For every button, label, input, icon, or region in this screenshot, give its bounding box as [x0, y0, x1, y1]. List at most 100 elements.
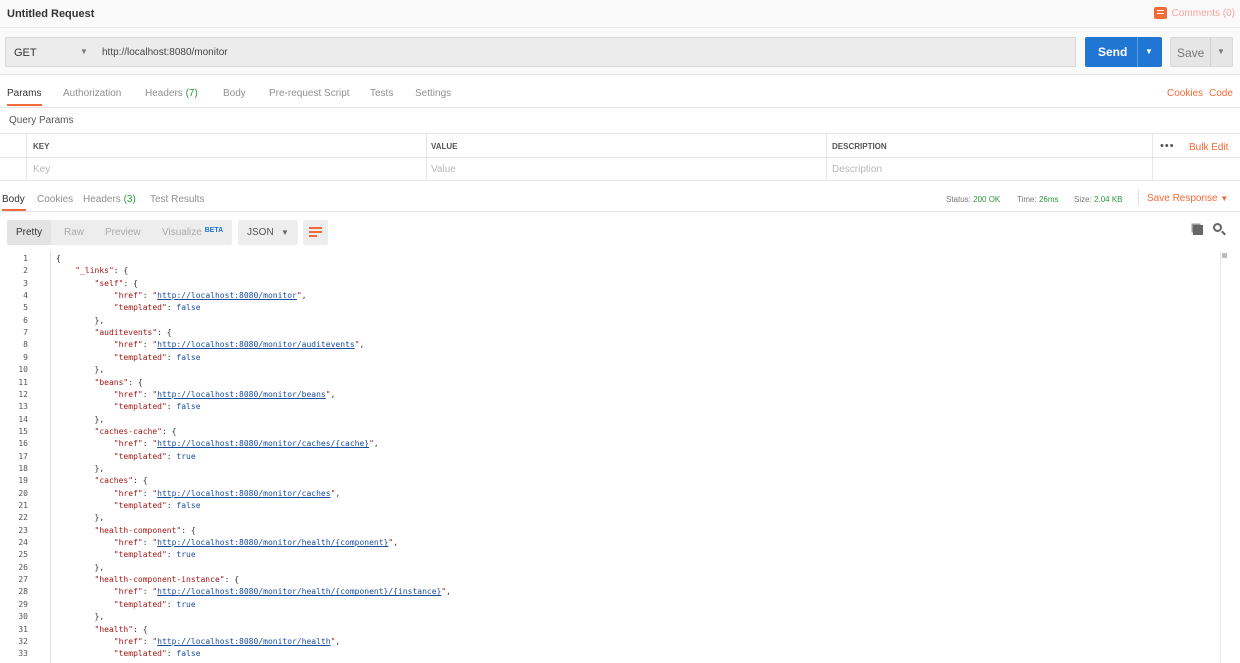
- status-value: 200 OK: [973, 195, 1001, 204]
- search-icon[interactable]: [1213, 223, 1222, 232]
- method-select[interactable]: GET ▼: [5, 37, 95, 67]
- code-text: "templated": false: [113, 402, 201, 412]
- copy-icon[interactable]: [1193, 225, 1203, 235]
- tab-response-headers[interactable]: Headers (3): [83, 194, 136, 205]
- code-text: },: [56, 315, 105, 325]
- param-description-input[interactable]: [832, 160, 1142, 178]
- line-number: 3: [23, 278, 28, 288]
- chevron-down-icon: ▼: [80, 47, 88, 56]
- code-line: 12 "href": "http://localhost:8080/monito…: [0, 389, 335, 401]
- code-text: "caches-cache": {: [94, 426, 177, 436]
- code-text: "auditevents": {: [94, 328, 172, 338]
- tab-settings[interactable]: Settings: [415, 88, 451, 99]
- code-line: 6 },: [0, 315, 104, 327]
- bulk-edit-link[interactable]: Bulk Edit: [1189, 142, 1228, 153]
- line-number: 7: [23, 328, 28, 338]
- line-number: 15: [18, 426, 28, 436]
- request-title[interactable]: Untitled Request: [7, 8, 94, 20]
- line-number: 21: [18, 501, 28, 510]
- column-key-header: KEY: [33, 142, 50, 151]
- tab-params[interactable]: Params: [7, 88, 41, 99]
- code-line: 30 },: [0, 611, 104, 623]
- cookies-link[interactable]: Cookies: [1167, 88, 1203, 99]
- tab-tests[interactable]: Tests: [370, 88, 393, 99]
- tab-response-cookies[interactable]: Cookies: [37, 194, 73, 205]
- view-visualize-button[interactable]: Visualize BETA: [162, 227, 223, 238]
- line-number: 8: [23, 340, 28, 350]
- code-line: 28 "href": "http://localhost:8080/monito…: [0, 586, 451, 598]
- code-text: },: [56, 365, 105, 375]
- code-text: "caches": {: [94, 476, 148, 486]
- view-raw-button[interactable]: Raw: [64, 227, 84, 238]
- time-info: Time: 26ms: [1017, 195, 1059, 204]
- url-field-wrapper: [94, 37, 1076, 67]
- line-number: 27: [18, 575, 28, 585]
- tab-test-results[interactable]: Test Results: [150, 194, 204, 205]
- code-text: "health-component-instance": {: [94, 575, 240, 585]
- line-number: 22: [18, 513, 28, 523]
- tab-body[interactable]: Body: [223, 88, 246, 99]
- url-input[interactable]: [94, 38, 1075, 66]
- tab-headers-label: Headers: [145, 88, 183, 99]
- view-preview-button[interactable]: Preview: [105, 227, 141, 238]
- save-response-label: Save Response: [1147, 193, 1218, 204]
- comments-button[interactable]: Comments (0): [1153, 7, 1235, 19]
- tab-headers[interactable]: Headers (7): [145, 88, 198, 99]
- line-number: 18: [18, 463, 28, 473]
- line-number: 4: [23, 291, 28, 301]
- code-text: },: [56, 513, 105, 523]
- editor-scrollbar[interactable]: [1220, 251, 1229, 663]
- code-line: 16 "href": "http://localhost:8080/monito…: [0, 438, 378, 450]
- size-value: 2.04 KB: [1094, 195, 1123, 204]
- line-number: 20: [18, 488, 28, 498]
- param-value-input[interactable]: [431, 160, 811, 178]
- save-options-chevron-icon[interactable]: ▼: [1217, 47, 1225, 56]
- request-tabs: Params Authorization Headers (7) Body Pr…: [0, 76, 1240, 108]
- format-label: JSON: [247, 227, 274, 238]
- tab-response-body[interactable]: Body: [2, 194, 25, 205]
- line-number: 6: [23, 315, 28, 325]
- code-line: 19 "caches": {: [0, 475, 147, 487]
- column-divider: [1152, 134, 1153, 180]
- tab-authorization[interactable]: Authorization: [63, 88, 121, 99]
- time-value: 26ms: [1038, 195, 1059, 204]
- code-text: "href": "http://localhost:8080/monitor/h…: [113, 587, 451, 597]
- code-link[interactable]: Code: [1209, 88, 1233, 99]
- code-line: 3 "self": {: [0, 278, 138, 290]
- code-line: 2 "_links": {: [0, 265, 128, 277]
- format-select[interactable]: JSON ▼: [238, 220, 298, 245]
- header-divider: [0, 157, 1240, 158]
- gutter-divider: [50, 251, 51, 663]
- code-line: 32 "href": "http://localhost:8080/monito…: [0, 636, 340, 648]
- param-key-input[interactable]: [33, 160, 413, 178]
- line-number: 29: [18, 599, 28, 609]
- save-label: Save: [1177, 46, 1205, 60]
- code-text: "templated": true: [113, 599, 196, 609]
- send-options-chevron-icon[interactable]: ▼: [1145, 47, 1153, 56]
- view-mode-selector: Pretty Raw Preview Visualize BETA: [7, 220, 232, 245]
- more-options-icon[interactable]: •••: [1160, 140, 1175, 152]
- line-number: 12: [18, 389, 28, 399]
- wrap-lines-button[interactable]: [303, 220, 328, 245]
- line-number: 30: [18, 612, 28, 622]
- headers-count: (7): [185, 88, 198, 99]
- code-text: "templated": true: [113, 550, 196, 560]
- url-bar: GET ▼ Send ▼ Save ▼: [0, 28, 1240, 75]
- code-line: 15 "caches-cache": {: [0, 426, 176, 438]
- view-pretty-button[interactable]: Pretty: [16, 227, 42, 238]
- code-text: },: [56, 562, 105, 572]
- beta-badge: BETA: [204, 227, 224, 234]
- wrap-lines-icon: [309, 227, 322, 238]
- method-label: GET: [14, 47, 37, 59]
- code-line: 11 "beans": {: [0, 377, 142, 389]
- code-text: "templated": false: [113, 501, 201, 510]
- save-response-button[interactable]: Save Response ▼: [1147, 193, 1228, 204]
- send-button[interactable]: Send ▼: [1085, 37, 1162, 67]
- scrollbar-thumb[interactable]: [1222, 253, 1227, 258]
- send-divider: [1137, 37, 1138, 67]
- save-button[interactable]: Save ▼: [1170, 37, 1233, 67]
- tab-prerequest-script[interactable]: Pre-request Script: [269, 88, 350, 99]
- code-text: },: [56, 463, 105, 473]
- response-body-editor[interactable]: 1{2 "_links": {3 "self": {4 "href": "htt…: [0, 251, 1220, 663]
- line-number: 32: [18, 636, 28, 646]
